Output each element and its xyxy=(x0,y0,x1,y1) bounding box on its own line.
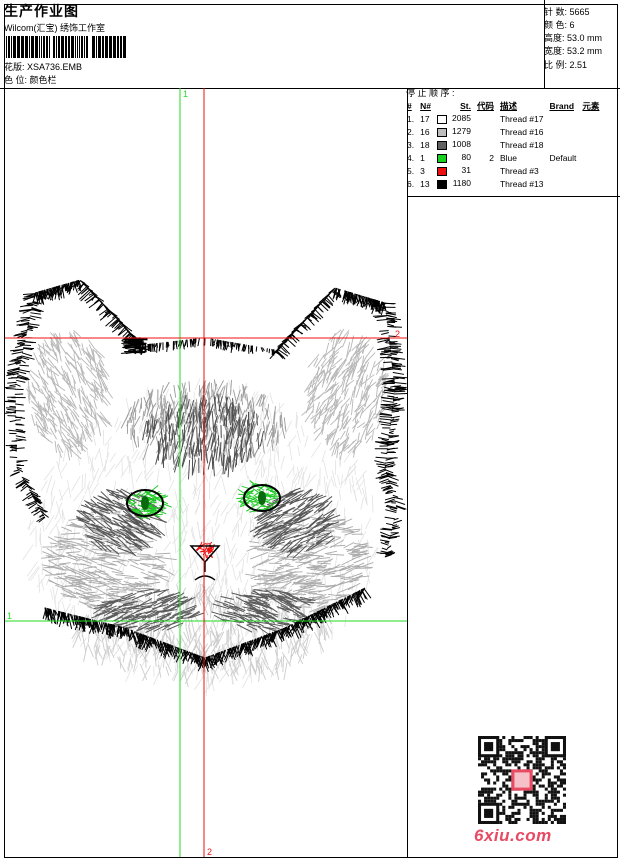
qr-code xyxy=(478,736,566,824)
color-position: 色 位: 颜色栏 xyxy=(4,73,57,86)
stop-sequence-title: 停 止 顺 序 : xyxy=(406,88,455,98)
thread-color-swatch xyxy=(436,179,447,189)
stat-height: 高度: 53.0 mm xyxy=(544,33,603,43)
pattern-value: XSA736.EMB xyxy=(27,62,83,72)
guide-label-red-bottom: 2 xyxy=(207,847,212,857)
thread-color-swatch xyxy=(436,166,447,176)
position-value: 颜色栏 xyxy=(29,75,57,85)
panel-divider xyxy=(407,88,408,858)
thread-row: 3. 18 1008 Thread #18 xyxy=(407,139,544,150)
page-title: 生产作业图 xyxy=(4,3,79,19)
thread-row: 5. 3 31 Thread #3 xyxy=(407,165,539,176)
stat-scale: 比 例: 2.51 xyxy=(544,60,588,70)
pattern-file: 花版: XSA736.EMB xyxy=(4,60,82,73)
thread-table-header: # N# St. 代码 描述 Brand 元素 xyxy=(407,101,600,111)
pattern-label: 花版: xyxy=(4,62,25,72)
thread-table: # N# St. 代码 描述 Brand 元素 1. 17 2085 Thread #… xyxy=(404,100,602,190)
barcode xyxy=(6,36,126,58)
thread-color-swatch xyxy=(436,153,447,163)
stat-stitches: 针 数: 5665 xyxy=(544,7,590,17)
guide-label-green-left: 1 xyxy=(7,611,12,621)
thread-color-swatch xyxy=(436,127,447,137)
guide-label-green-top: 1 xyxy=(183,89,188,99)
stat-colors: 颜 色: 6 xyxy=(544,20,575,30)
position-label: 色 位: xyxy=(4,75,28,85)
thread-row: 6. 13 1180 Thread #13 xyxy=(407,178,544,189)
guide-label-red-right: 2 xyxy=(395,329,400,339)
embroidery-preview: 1 1 2 2 xyxy=(5,88,407,857)
thread-row: 2. 16 1279 Thread #16 xyxy=(407,126,544,137)
stat-width: 宽度: 53.2 mm xyxy=(544,46,603,56)
page-subtitle: Wilcom(汇宝) 绣饰工作室 xyxy=(4,23,105,33)
thread-color-swatch xyxy=(436,114,447,124)
thread-row: 4. 1 80 2 Blue Default xyxy=(407,152,577,163)
watermark-logo: 6xiu.com xyxy=(474,826,552,845)
thread-row: 1. 17 2085 Thread #17 xyxy=(407,113,544,124)
table-divider xyxy=(407,196,620,197)
thread-color-swatch xyxy=(436,140,447,150)
